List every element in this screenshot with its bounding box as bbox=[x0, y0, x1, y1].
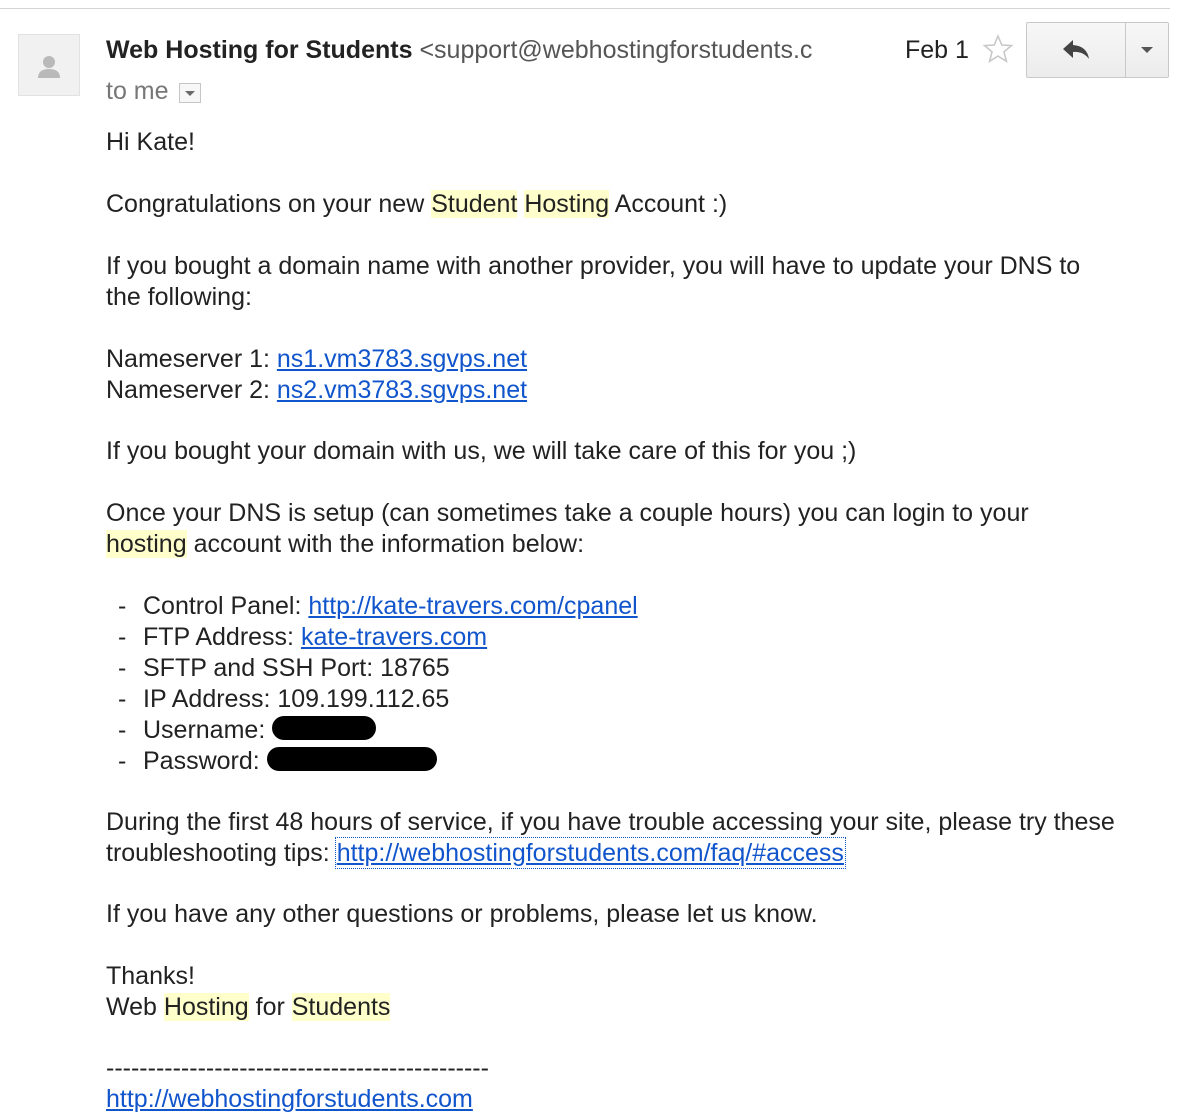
dns-line-1: If you bought a domain name with another… bbox=[106, 252, 1081, 280]
chevron-down-icon bbox=[1141, 47, 1153, 53]
nameserver-2: Nameserver 2: ns2.vm3783.sgvps.net bbox=[106, 375, 1186, 406]
star-icon[interactable] bbox=[982, 33, 1014, 65]
login-line-2-rest: account with the information below: bbox=[186, 530, 585, 558]
highlight-hosting-2: hosting bbox=[106, 530, 187, 558]
control-panel-link[interactable]: http://kate-travers.com/cpanel bbox=[308, 592, 637, 620]
sig-students: Students bbox=[291, 993, 391, 1021]
nameserver-2-label: Nameserver 2: bbox=[106, 376, 277, 404]
list-item-password: - Password: bbox=[118, 746, 638, 777]
separator-line: ----------------------------------------… bbox=[106, 1054, 489, 1082]
highlight-student: Student bbox=[431, 190, 518, 218]
ftp-link[interactable]: kate-travers.com bbox=[301, 623, 487, 651]
bullet-dash: - bbox=[118, 747, 127, 775]
login-line-1: Once your DNS is setup (can sometimes ta… bbox=[106, 499, 1029, 527]
ftp-label: FTP Address: bbox=[143, 623, 301, 651]
congrats-suffix: Account :) bbox=[609, 190, 728, 218]
footer: ----------------------------------------… bbox=[106, 1053, 1186, 1115]
sftp-port-text: SFTP and SSH Port: 18765 bbox=[143, 654, 450, 682]
sender-avatar bbox=[18, 34, 80, 96]
more-actions-button[interactable] bbox=[1126, 23, 1168, 77]
care-line: If you bought your domain with us, we wi… bbox=[106, 437, 857, 465]
recipient-label: to me bbox=[106, 77, 169, 105]
sender-line: Web Hosting for Students <support@webhos… bbox=[106, 34, 828, 66]
login-paragraph: Once your DNS is setup (can sometimes ta… bbox=[106, 498, 1186, 560]
show-details-button[interactable] bbox=[178, 83, 201, 103]
dns-line-2: the following: bbox=[106, 283, 252, 311]
tips-paragraph: During the first 48 hours of service, if… bbox=[106, 807, 1186, 869]
faq-access-link[interactable]: http://webhostingforstudents.com/faq/#ac… bbox=[334, 837, 846, 869]
list-item-ftp: - FTP Address: kate-travers.com bbox=[118, 622, 638, 653]
nameserver-1: Nameserver 1: ns1.vm3783.sgvps.net bbox=[106, 344, 1186, 375]
sig-hosting: Hosting bbox=[163, 993, 249, 1021]
sender-email: <support@webhostingforstudents.c bbox=[419, 36, 813, 64]
control-panel-label: Control Panel: bbox=[143, 592, 309, 620]
footer-website-link[interactable]: http://webhostingforstudents.com bbox=[106, 1085, 473, 1113]
reply-button[interactable] bbox=[1027, 23, 1126, 77]
list-item-control-panel: - Control Panel: http://kate-travers.com/… bbox=[118, 591, 638, 622]
nameservers: Nameserver 1: ns1.vm3783.sgvps.net Names… bbox=[106, 344, 1186, 406]
sender-name[interactable]: Web Hosting for Students bbox=[106, 36, 412, 64]
nameserver-1-label: Nameserver 1: bbox=[106, 345, 277, 373]
bullet-dash: - bbox=[118, 716, 127, 744]
username-label: Username: bbox=[143, 716, 273, 744]
nameserver-1-link[interactable]: ns1.vm3783.sgvps.net bbox=[277, 345, 527, 373]
bullet-dash: - bbox=[118, 592, 127, 620]
sig-web: Web bbox=[106, 993, 164, 1021]
list-item-username: - Username: bbox=[118, 715, 638, 746]
signature: Thanks! Web Hosting for Students bbox=[106, 961, 1186, 1023]
questions-line: If you have any other questions or probl… bbox=[106, 900, 818, 928]
bullet-dash: - bbox=[118, 654, 127, 682]
signature-name: Web Hosting for Students bbox=[106, 992, 1186, 1023]
bullet-dash: - bbox=[118, 685, 127, 713]
tips-prefix: troubleshooting tips: bbox=[106, 839, 337, 867]
person-icon bbox=[38, 56, 60, 78]
greeting: Hi Kate! bbox=[106, 128, 195, 156]
reply-button-group bbox=[1026, 22, 1169, 78]
login-line-2: hosting account with the information bel… bbox=[106, 529, 1186, 560]
list-item-sftp-port: - SFTP and SSH Port: 18765 bbox=[118, 653, 638, 684]
highlight-hosting: Hosting bbox=[524, 190, 610, 218]
ip-address-text: IP Address: 109.199.112.65 bbox=[143, 685, 450, 713]
tips-line-2: troubleshooting tips: http://webhostingf… bbox=[106, 837, 1186, 869]
recipient-line: to me bbox=[106, 75, 201, 107]
top-divider bbox=[0, 8, 1170, 9]
nameserver-2-link[interactable]: ns2.vm3783.sgvps.net bbox=[277, 376, 527, 404]
message-date: Feb 1 bbox=[905, 36, 969, 64]
username-redaction bbox=[272, 716, 377, 741]
bullet-dash: - bbox=[118, 623, 127, 651]
list-item-ip-address: - IP Address: 109.199.112.65 bbox=[118, 684, 638, 715]
reply-icon bbox=[1063, 40, 1089, 59]
tips-line-1: During the first 48 hours of service, if… bbox=[106, 808, 1115, 836]
sig-for: for bbox=[248, 993, 292, 1021]
thanks-line: Thanks! bbox=[106, 962, 195, 990]
password-label: Password: bbox=[143, 747, 267, 775]
dns-paragraph: If you bought a domain name with another… bbox=[106, 251, 1186, 313]
password-redaction bbox=[266, 747, 437, 772]
congrats-prefix: Congratulations on your new bbox=[106, 190, 432, 218]
account-details-list: - Control Panel: http://kate-travers.com/… bbox=[118, 591, 638, 777]
congrats-line: Congratulations on your new Student Host… bbox=[106, 189, 1186, 220]
